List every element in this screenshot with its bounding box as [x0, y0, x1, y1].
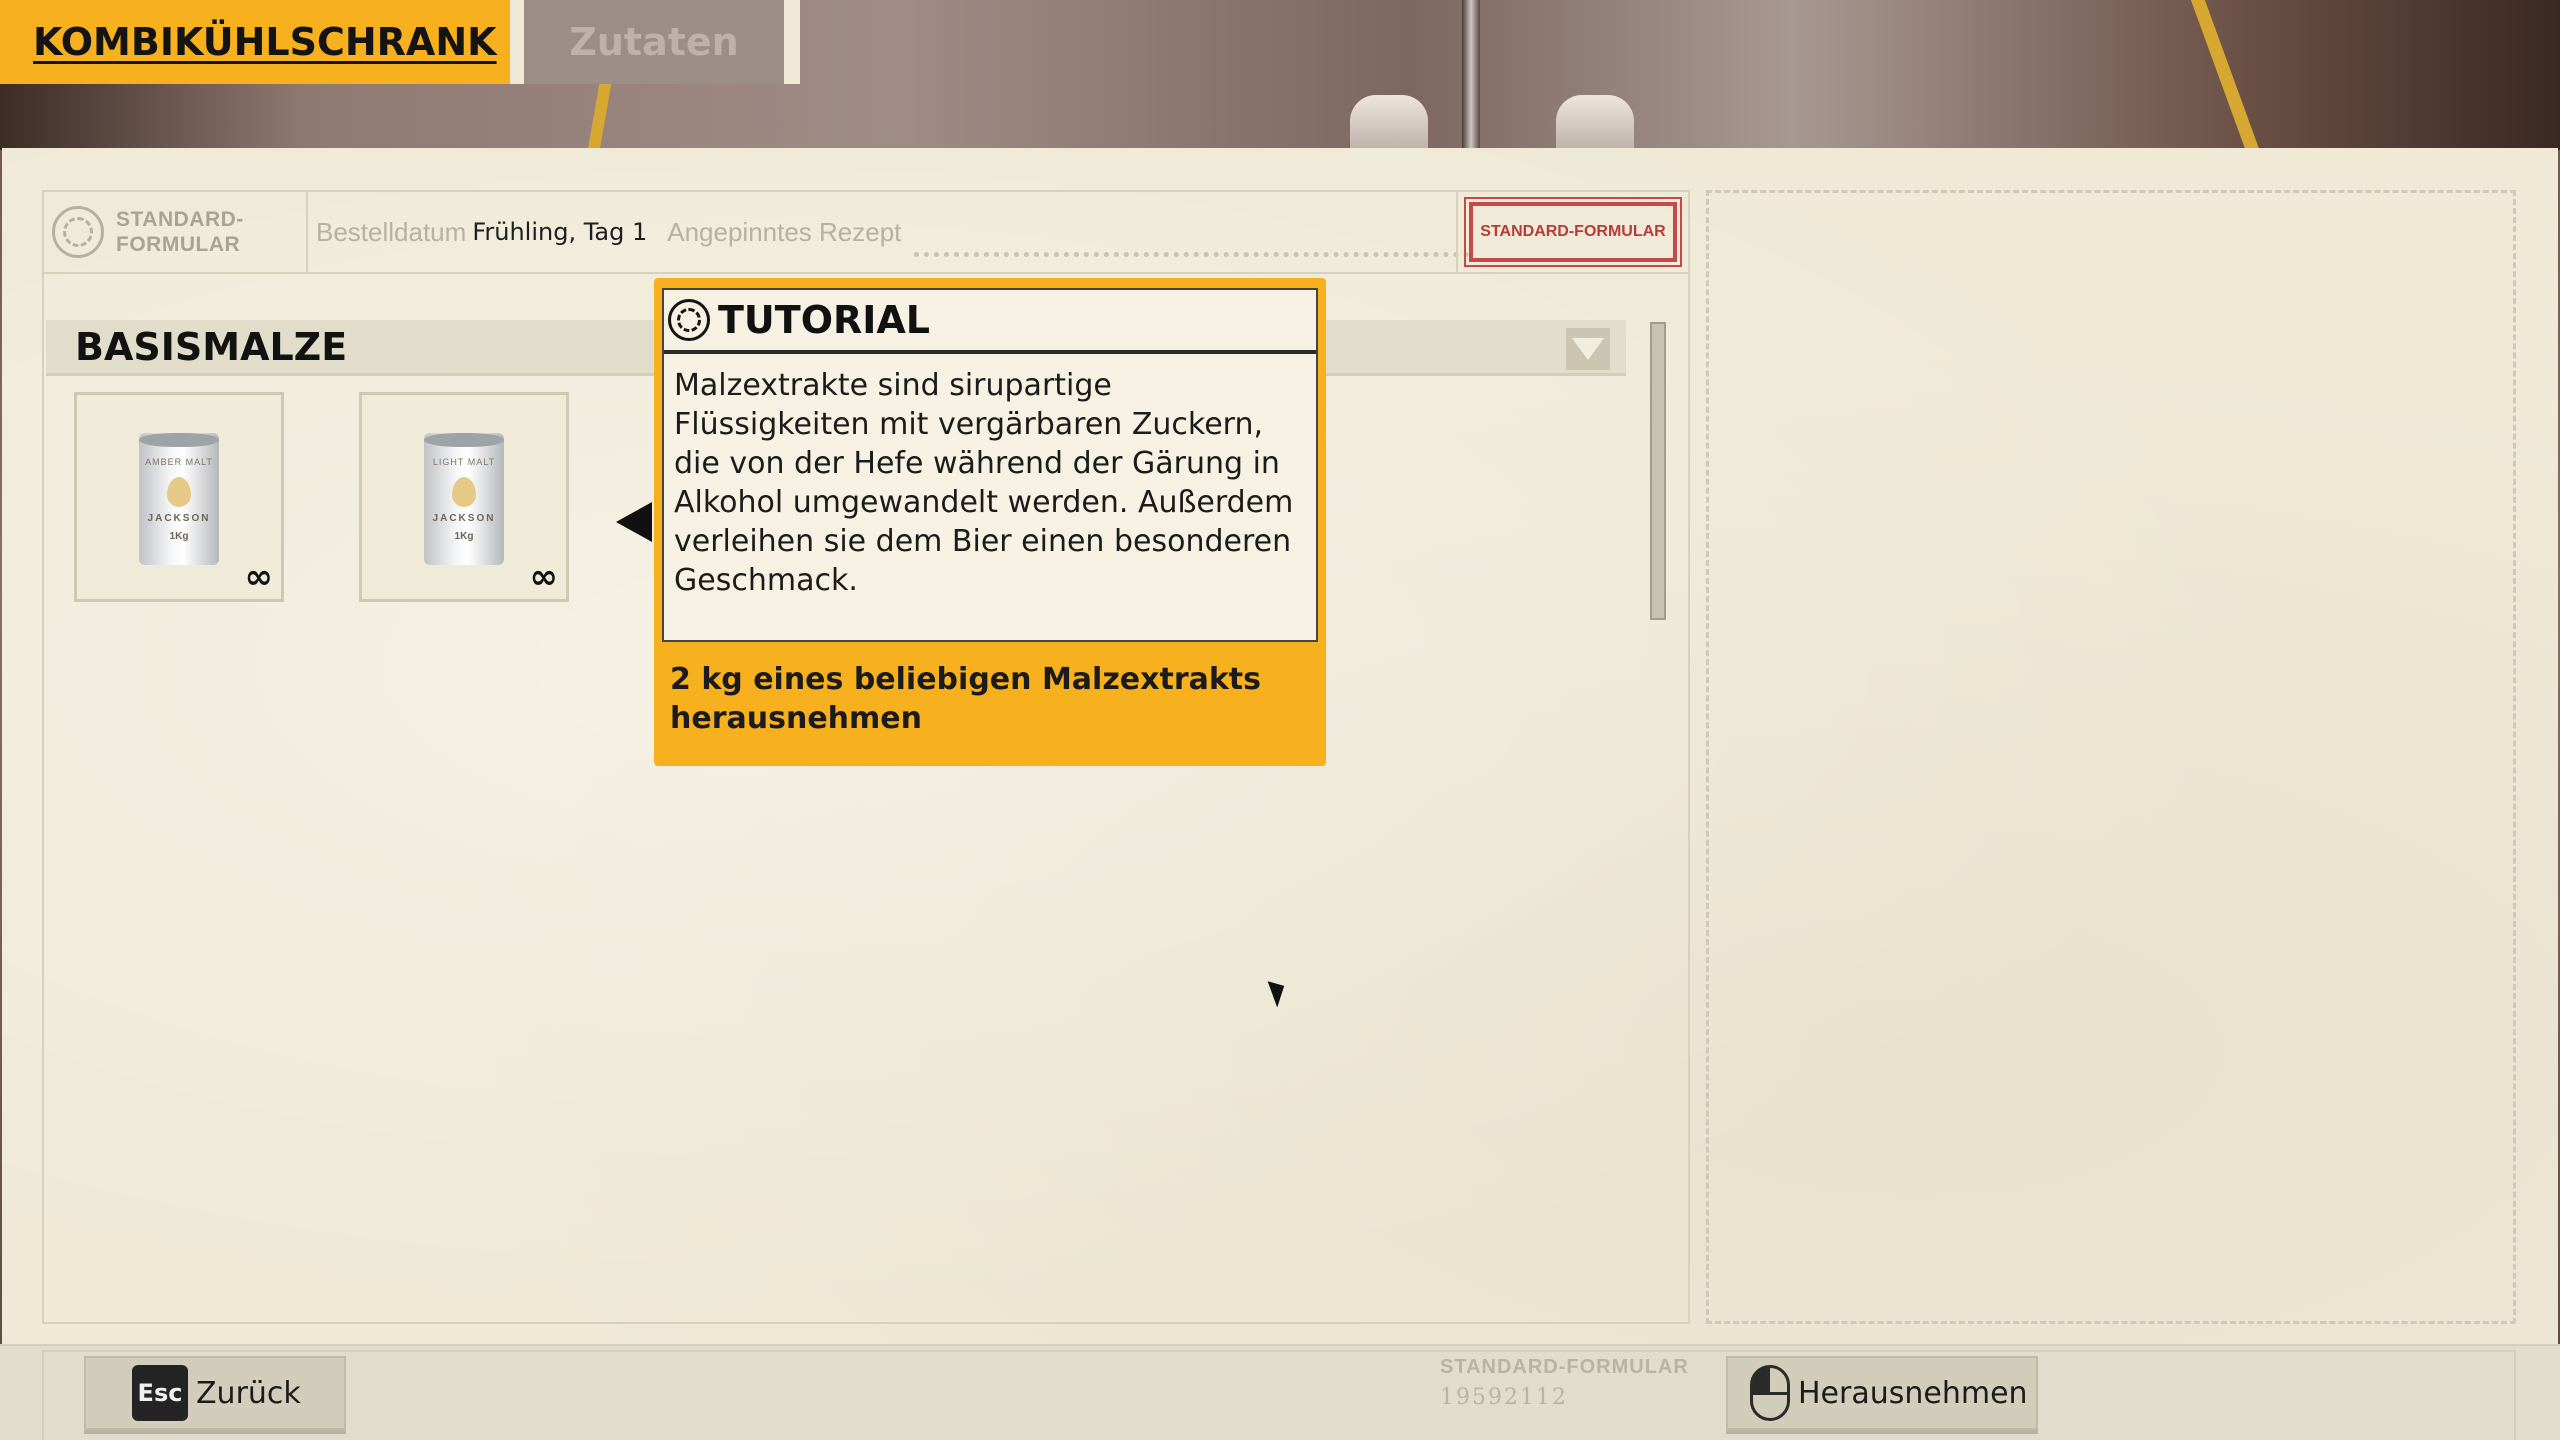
scrollbar[interactable]: [1650, 322, 1666, 620]
tab-kombikuehlschrank[interactable]: KOMBIKÜHLSCHRANK: [0, 0, 510, 84]
form-stamp: STANDARD-FORMULAR: [1464, 197, 1682, 267]
tutorial-popup: TUTORIAL Malzextrakte sind sirupartige F…: [654, 278, 1326, 766]
tab-zutaten[interactable]: Zutaten: [524, 0, 784, 84]
logo-line: FORMULAR: [116, 233, 241, 256]
back-button-label: Zurück: [196, 1375, 301, 1411]
ingredient-item-amber-malt[interactable]: AMBER MALT JACKSON 1Kg ∞: [74, 392, 284, 602]
pinned-recipe-label: Angepinntes Rezept: [667, 216, 902, 247]
mouse-left-click-icon: [1750, 1365, 1790, 1421]
fridge-handle: [1350, 95, 1428, 150]
order-date-label: Bestelldatum: [316, 216, 467, 247]
form-logo: STANDARD- FORMULAR: [44, 192, 308, 272]
fridge-door-seam: [1462, 0, 1480, 150]
tutorial-title: TUTORIAL: [718, 298, 931, 342]
item-quantity: ∞: [244, 557, 273, 597]
category-dropdown-button[interactable]: [1566, 328, 1610, 370]
hop-logo-icon: [668, 299, 710, 341]
category-title: BASISMALZE: [75, 324, 348, 369]
form-header: STANDARD- FORMULAR Bestelldatum Frühling…: [44, 192, 1688, 274]
malt-can-icon: AMBER MALT JACKSON 1Kg: [139, 433, 219, 565]
tutorial-body: Malzextrakte sind sirupartige Flüssigkei…: [674, 368, 1294, 598]
form-logo-text: STANDARD- FORMULAR: [116, 207, 244, 257]
tutorial-pointer-icon: [616, 502, 652, 542]
chevron-down-icon: [1572, 338, 1604, 360]
tab-divider: [510, 0, 524, 84]
tutorial-card: TUTORIAL Malzextrakte sind sirupartige F…: [662, 288, 1318, 642]
tab-label: Zutaten: [569, 20, 739, 64]
fridge-handle: [1556, 95, 1634, 150]
pinned-recipe-field[interactable]: [914, 252, 1469, 257]
tutorial-task: 2 kg eines beliebigen Malzextrakts herau…: [670, 662, 1262, 736]
form-type: STANDARD-FORMULAR: [1440, 1356, 1689, 1378]
can-weight: 1Kg: [454, 531, 474, 542]
can-weight: 1Kg: [169, 531, 189, 542]
tab-label: KOMBIKÜHLSCHRANK: [33, 20, 497, 64]
order-date-value: Frühling, Tag 1: [472, 218, 648, 246]
tutorial-header: TUTORIAL: [664, 290, 1316, 354]
malt-can-icon: LIGHT MALT JACKSON 1Kg: [424, 433, 504, 565]
take-out-button[interactable]: Herausnehmen: [1726, 1356, 2038, 1430]
bottom-bar-frame: [42, 1350, 2516, 1440]
hop-logo-icon: [52, 206, 104, 258]
can-label: LIGHT MALT: [432, 457, 496, 467]
stamp-area: STANDARD-FORMULAR: [1456, 192, 1688, 272]
can-label: AMBER MALT: [145, 457, 213, 467]
take-out-button-label: Herausnehmen: [1798, 1375, 2028, 1411]
can-brand: JACKSON: [432, 513, 496, 524]
recipe-panel: [1706, 190, 2516, 1324]
form-number: 19592112: [1440, 1385, 1568, 1410]
esc-key-icon: Esc: [132, 1365, 188, 1421]
tab-divider: [784, 0, 800, 84]
ingredient-item-light-malt[interactable]: LIGHT MALT JACKSON 1Kg ∞: [359, 392, 569, 602]
item-quantity: ∞: [529, 557, 558, 597]
logo-line: STANDARD-: [116, 208, 244, 231]
can-brand: JACKSON: [147, 513, 211, 524]
form-id: STANDARD-FORMULAR 19592112: [1440, 1356, 1689, 1410]
back-button[interactable]: Esc Zurück: [84, 1356, 346, 1430]
